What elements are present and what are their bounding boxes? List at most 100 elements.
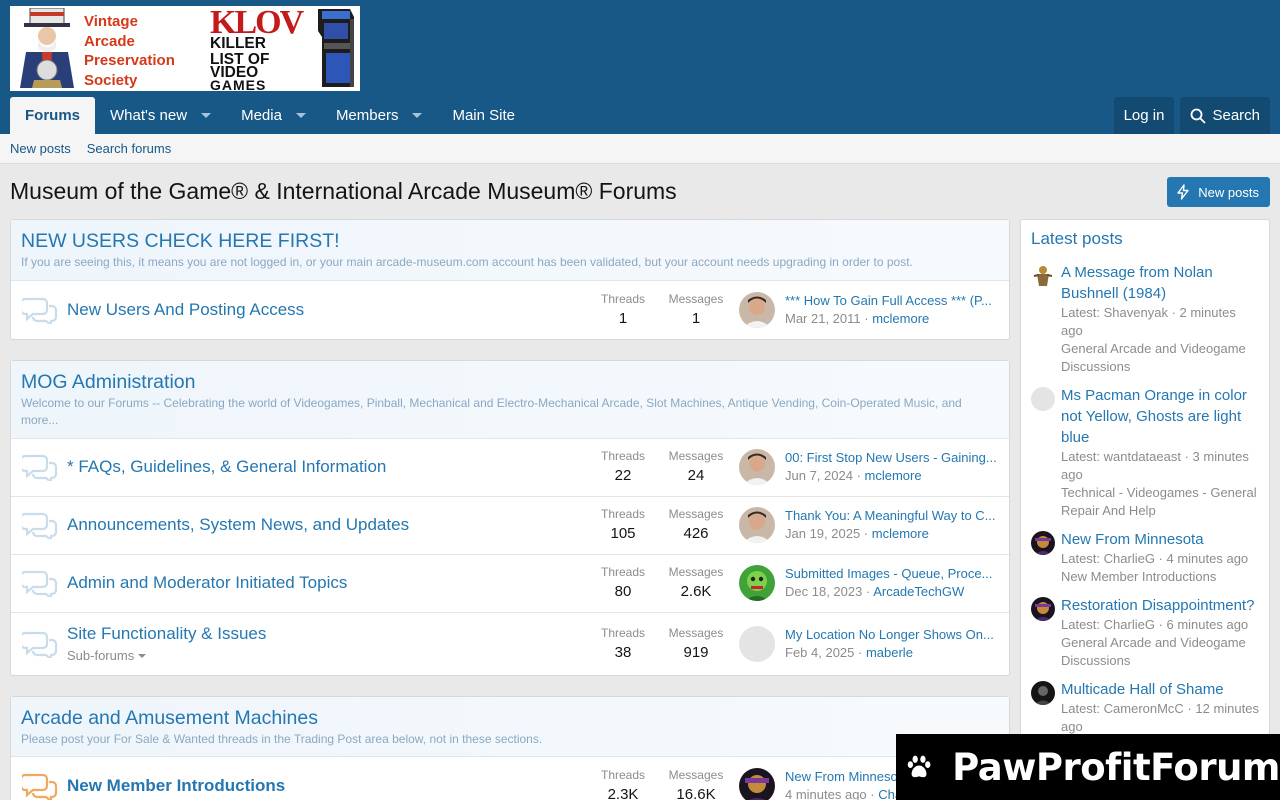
tab-media[interactable]: Media — [226, 97, 321, 134]
avatar[interactable] — [1031, 597, 1055, 621]
last-post-title[interactable]: Thank You: A Meaningful Way to C... — [785, 507, 999, 525]
stat-value: 1 — [691, 309, 701, 327]
category-title[interactable]: NEW USERS CHECK HERE FIRST! — [21, 229, 999, 253]
last-post-user[interactable]: mclemore — [872, 526, 929, 541]
last-post-user[interactable]: ArcadeTechGW — [873, 584, 964, 599]
last-post-date[interactable]: Dec 18, 2023 — [785, 584, 862, 599]
watermark-banner: PawProfitForum — [896, 734, 1280, 800]
latest-post-title[interactable]: A Message from Nolan Bushnell (1984) — [1061, 262, 1261, 304]
stat-label: Messages — [668, 449, 724, 463]
vaps-line: Arcade — [84, 32, 135, 50]
stat-label: Threads — [600, 565, 646, 579]
forum-title[interactable]: Site Functionality & Issues — [67, 624, 266, 644]
avatar[interactable] — [739, 291, 775, 328]
latest-post-forum[interactable]: General Arcade and Videogame Discussions — [1061, 634, 1261, 670]
chevron-down-icon — [138, 653, 147, 658]
forum-node: New Member Introductions Threads 2.3K Mes… — [11, 757, 1009, 800]
stat-label: Threads — [600, 291, 646, 306]
forum-title[interactable]: * FAQs, Guidelines, & General Informatio… — [67, 457, 386, 477]
chevron-down-icon[interactable] — [295, 113, 306, 118]
forum-node: Site Functionality & Issues Sub-forums T… — [11, 613, 1009, 675]
last-post-user[interactable]: maberle — [866, 645, 913, 660]
latest-post-item: Multicade Hall of Shame Latest: CameronM… — [1021, 679, 1269, 736]
avatar[interactable] — [739, 449, 775, 485]
messages-stat: Messages 426 — [661, 506, 731, 544]
messages-stat: Messages 1 — [661, 291, 731, 329]
widget-title[interactable]: Latest posts — [1021, 220, 1269, 253]
avatar[interactable] — [739, 768, 775, 800]
tab-label: Members — [335, 107, 399, 124]
latest-post-meta: Latest: wantdataeast · 3 minutes ago — [1061, 449, 1249, 482]
category-title[interactable]: Arcade and Amusement Machines — [21, 706, 999, 730]
last-post-date[interactable]: Jun 7, 2024 — [785, 468, 853, 483]
tab-members[interactable]: Members — [321, 97, 438, 134]
search-label: Search — [1212, 107, 1260, 124]
klov-line: GAMES — [210, 77, 267, 91]
last-post-meta: Jun 7, 2024 · mclemore — [785, 468, 922, 483]
last-post-title[interactable]: My Location No Longer Shows On... — [785, 626, 999, 644]
watermark-text: PawProfitForum — [952, 745, 1280, 789]
tab-whats-new[interactable]: What's new — [95, 97, 226, 134]
stat-label: Messages — [668, 565, 724, 579]
latest-post-forum[interactable]: Technical - Videogames - General Repair … — [1061, 484, 1261, 520]
subforums-toggle[interactable]: Sub-forums — [67, 648, 147, 663]
search-icon — [1191, 108, 1206, 123]
avatar[interactable] — [739, 565, 775, 601]
latest-post-title[interactable]: Multicade Hall of Shame — [1061, 679, 1261, 700]
threads-stat: Threads 38 — [588, 625, 658, 663]
latest-post-title[interactable]: Ms Pacman Orange in color not Yellow, Gh… — [1061, 385, 1261, 448]
forum-list: NEW USERS CHECK HERE FIRST! If you are s… — [10, 219, 1010, 800]
forum-title[interactable]: New Member Introductions — [67, 776, 285, 796]
messages-stat: Messages 24 — [661, 448, 731, 486]
latest-post-title[interactable]: New From Minnesota — [1061, 529, 1261, 550]
new-posts-link[interactable]: New posts — [10, 141, 71, 156]
avatar[interactable] — [1031, 681, 1055, 705]
avatar[interactable] — [739, 507, 775, 543]
last-post: My Location No Longer Shows On... Feb 4,… — [785, 626, 999, 662]
new-posts-button[interactable]: New posts — [1167, 177, 1270, 207]
sub-nav: New posts Search forums — [0, 134, 1280, 164]
last-post-date[interactable]: Jan 19, 2025 — [785, 526, 860, 541]
tab-label: Forums — [25, 107, 81, 124]
search-forums-link[interactable]: Search forums — [87, 141, 172, 156]
avatar[interactable] — [1031, 531, 1055, 555]
last-post-date[interactable]: 4 minutes ago — [785, 787, 867, 800]
stat-label: Threads — [600, 449, 646, 463]
stat-label: Messages — [668, 625, 724, 640]
tab-label: Media — [241, 107, 282, 124]
avatar[interactable] — [1031, 264, 1055, 288]
stat-value: 80 — [614, 583, 632, 600]
threads-stat: Threads 2.3K — [588, 767, 658, 800]
chevron-down-icon[interactable] — [412, 113, 423, 118]
forum-title[interactable]: Admin and Moderator Initiated Topics — [67, 573, 347, 593]
chevron-down-icon[interactable] — [201, 113, 212, 118]
search-button[interactable]: Search — [1180, 97, 1270, 134]
forum-node: New Users And Posting Access Threads 1 Me… — [11, 281, 1009, 339]
last-post-title[interactable]: 00: First Stop New Users - Gaining... — [785, 449, 999, 467]
category-header: MOG Administration Welcome to our Forums… — [11, 360, 1009, 439]
latest-post-forum[interactable]: General Arcade and Videogame Discussions — [1061, 340, 1261, 376]
latest-post-item: Ms Pacman Orange in color not Yellow, Gh… — [1021, 385, 1269, 520]
category-title[interactable]: MOG Administration — [21, 370, 999, 394]
last-post: Submitted Images - Queue, Proce... Dec 1… — [785, 565, 999, 601]
stat-value: 1 — [618, 309, 628, 327]
last-post-date[interactable]: Mar 21, 2011 — [785, 311, 861, 326]
stat-label: Messages — [668, 507, 724, 521]
last-post-title[interactable]: Submitted Images - Queue, Proce... — [785, 565, 999, 583]
last-post-user[interactable]: mclemore — [865, 468, 922, 483]
threads-stat: Threads 1 — [588, 291, 658, 329]
forum-title[interactable]: New Users And Posting Access — [67, 300, 304, 320]
last-post-date[interactable]: Feb 4, 2025 — [785, 645, 854, 660]
site-logo[interactable]: Vintage Arcade Preservation Society KLOV… — [10, 6, 360, 91]
last-post-user[interactable]: mclemore — [872, 311, 929, 326]
latest-post-forum[interactable]: New Member Introductions — [1061, 568, 1261, 586]
avatar[interactable] — [1031, 387, 1055, 411]
tab-main-site[interactable]: Main Site — [437, 97, 530, 134]
tab-forums[interactable]: Forums — [10, 97, 96, 134]
last-post-title[interactable]: *** How To Gain Full Access *** (P... — [785, 292, 999, 310]
latest-post-title[interactable]: Restoration Disappointment? — [1061, 595, 1261, 616]
avatar[interactable] — [739, 625, 775, 662]
forum-title[interactable]: Announcements, System News, and Updates — [67, 515, 409, 535]
site-header: Vintage Arcade Preservation Society KLOV… — [0, 0, 1280, 134]
login-button[interactable]: Log in — [1113, 97, 1175, 134]
